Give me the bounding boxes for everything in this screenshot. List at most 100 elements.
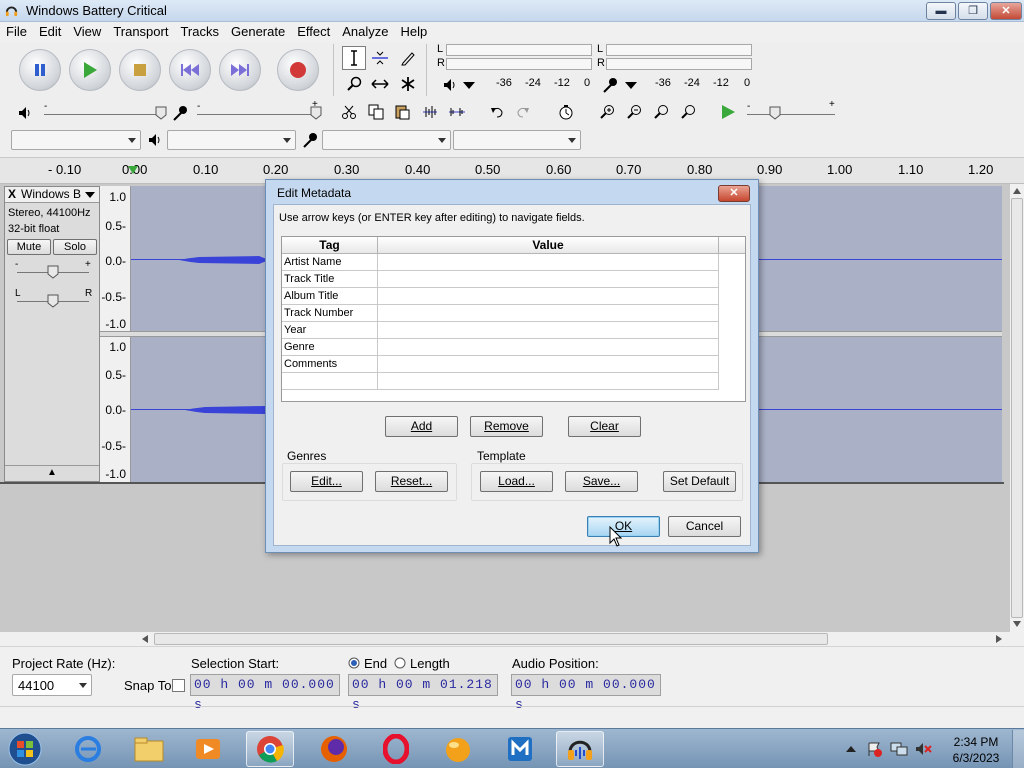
menu-effect[interactable]: Effect xyxy=(291,22,336,42)
recording-device-select[interactable] xyxy=(322,130,451,150)
redo-button[interactable] xyxy=(511,101,535,123)
minimize-button[interactable]: ▬ xyxy=(926,2,956,20)
value-cell[interactable] xyxy=(378,339,719,356)
tag-cell[interactable]: Comments xyxy=(282,356,378,373)
playback-device-select[interactable] xyxy=(167,130,296,150)
track-close-button[interactable]: X xyxy=(8,187,16,201)
cut-button[interactable] xyxy=(337,101,361,123)
project-rate-select[interactable]: 44100 xyxy=(12,674,92,696)
value-cell[interactable] xyxy=(378,254,719,271)
fit-selection-button[interactable] xyxy=(649,101,673,123)
menu-file[interactable]: File xyxy=(0,22,33,42)
record-volume-slider[interactable] xyxy=(197,114,319,115)
template-save-button[interactable]: Save... xyxy=(565,471,638,492)
selection-end-field[interactable]: 00 h 00 m 01.218 s xyxy=(348,674,498,712)
taskbar-maxthon[interactable] xyxy=(496,731,544,767)
tag-cell[interactable] xyxy=(282,373,378,390)
clear-button[interactable]: Clear xyxy=(568,416,641,437)
taskbar-media-player[interactable] xyxy=(184,731,232,767)
value-cell[interactable] xyxy=(378,288,719,305)
play-at-speed-button[interactable] xyxy=(716,101,740,123)
trim-button[interactable] xyxy=(418,101,442,123)
play-button[interactable] xyxy=(69,49,111,91)
clock-date[interactable]: 6/3/2023 xyxy=(948,751,1004,765)
scroll-right-icon[interactable] xyxy=(996,635,1002,643)
multi-tool-button[interactable] xyxy=(396,72,420,96)
add-button[interactable]: Add xyxy=(385,416,458,437)
template-load-button[interactable]: Load... xyxy=(480,471,553,492)
remove-button[interactable]: Remove xyxy=(470,416,543,437)
record-button[interactable] xyxy=(277,49,319,91)
vertical-scrollbar[interactable] xyxy=(1010,184,1024,632)
menu-analyze[interactable]: Analyze xyxy=(336,22,394,42)
track-name-menu[interactable]: Windows B xyxy=(21,187,81,201)
selection-start-field[interactable]: 00 h 00 m 00.000 s xyxy=(190,674,340,712)
clock-time[interactable]: 2:34 PM xyxy=(948,735,1004,749)
close-window-button[interactable]: ✕ xyxy=(990,2,1022,20)
envelope-tool-button[interactable] xyxy=(368,46,392,70)
radio-unselected-icon[interactable] xyxy=(394,657,406,669)
horizontal-scroll-thumb[interactable] xyxy=(154,633,828,645)
start-button[interactable] xyxy=(6,731,44,767)
tag-cell[interactable]: Genre xyxy=(282,339,378,356)
tag-cell[interactable]: Album Title xyxy=(282,288,378,305)
silence-button[interactable] xyxy=(445,101,469,123)
genres-reset-button[interactable]: Reset... xyxy=(375,471,448,492)
value-cell[interactable] xyxy=(378,356,719,373)
vertical-scroll-thumb[interactable] xyxy=(1011,198,1023,618)
undo-button[interactable] xyxy=(485,101,509,123)
tag-cell[interactable]: Year xyxy=(282,322,378,339)
menu-transport[interactable]: Transport xyxy=(107,22,174,42)
value-cell[interactable] xyxy=(378,271,719,288)
taskbar-audacity[interactable] xyxy=(556,731,604,767)
taskbar-internet-explorer[interactable] xyxy=(64,731,112,767)
play-speed-slider[interactable] xyxy=(747,114,835,115)
track-menu-arrow[interactable] xyxy=(85,192,95,198)
action-center-flag-icon[interactable] xyxy=(866,741,882,757)
cancel-button[interactable]: Cancel xyxy=(668,516,741,537)
horizontal-scrollbar[interactable] xyxy=(140,632,1006,646)
paste-button[interactable] xyxy=(390,101,414,123)
record-meter-L-bar[interactable] xyxy=(606,44,752,56)
playback-volume-slider[interactable] xyxy=(44,114,164,115)
record-meter-R-bar[interactable] xyxy=(606,58,752,70)
zoom-out-button[interactable] xyxy=(622,101,646,123)
draw-tool-button[interactable] xyxy=(396,46,420,70)
slider-thumb-icon[interactable] xyxy=(155,106,167,120)
tag-cell[interactable]: Track Number xyxy=(282,305,378,322)
volume-muted-icon[interactable] xyxy=(914,741,932,757)
tag-cell[interactable]: Track Title xyxy=(282,271,378,288)
menu-generate[interactable]: Generate xyxy=(225,22,291,42)
set-default-button[interactable]: Set Default xyxy=(663,471,736,492)
snap-to-checkbox[interactable] xyxy=(172,679,185,692)
pause-button[interactable] xyxy=(19,49,61,91)
mute-button[interactable]: Mute xyxy=(7,239,51,255)
zoom-tool-button[interactable] xyxy=(342,72,366,96)
radio-selected-icon[interactable] xyxy=(348,657,360,669)
selection-tool-button[interactable] xyxy=(342,46,366,70)
audio-host-select[interactable] xyxy=(11,130,141,150)
playback-meter-R-bar[interactable] xyxy=(446,58,592,70)
show-desktop-button[interactable] xyxy=(1012,730,1024,768)
skip-to-end-button[interactable] xyxy=(219,49,261,91)
collapse-track-button[interactable]: ▲ xyxy=(5,465,99,481)
column-header-value[interactable]: Value xyxy=(378,237,719,254)
taskbar-chrome[interactable] xyxy=(246,731,294,767)
maximize-button[interactable]: ❐ xyxy=(958,2,988,20)
menu-tracks[interactable]: Tracks xyxy=(174,22,225,42)
skip-to-start-button[interactable] xyxy=(169,49,211,91)
playback-meter-menu-arrow[interactable] xyxy=(463,82,475,89)
fit-project-button[interactable] xyxy=(676,101,700,123)
show-hidden-icons-icon[interactable] xyxy=(846,744,856,752)
metadata-table[interactable]: Tag Value Artist Name Track Title Album … xyxy=(281,236,746,402)
network-icon[interactable] xyxy=(890,741,908,757)
stop-button[interactable] xyxy=(119,49,161,91)
amplitude-scale[interactable]: 1.0 0.5- 0.0- -0.5- -1.0 xyxy=(100,186,131,331)
genres-edit-button[interactable]: Edit... xyxy=(290,471,363,492)
slider-thumb-icon[interactable] xyxy=(47,294,59,308)
taskbar-orange-app[interactable] xyxy=(434,731,482,767)
taskbar-opera[interactable] xyxy=(372,731,420,767)
amplitude-scale[interactable]: 1.0 0.5- 0.0- -0.5- -1.0 xyxy=(100,337,131,482)
value-cell[interactable] xyxy=(378,322,719,339)
scroll-left-icon[interactable] xyxy=(142,635,148,643)
